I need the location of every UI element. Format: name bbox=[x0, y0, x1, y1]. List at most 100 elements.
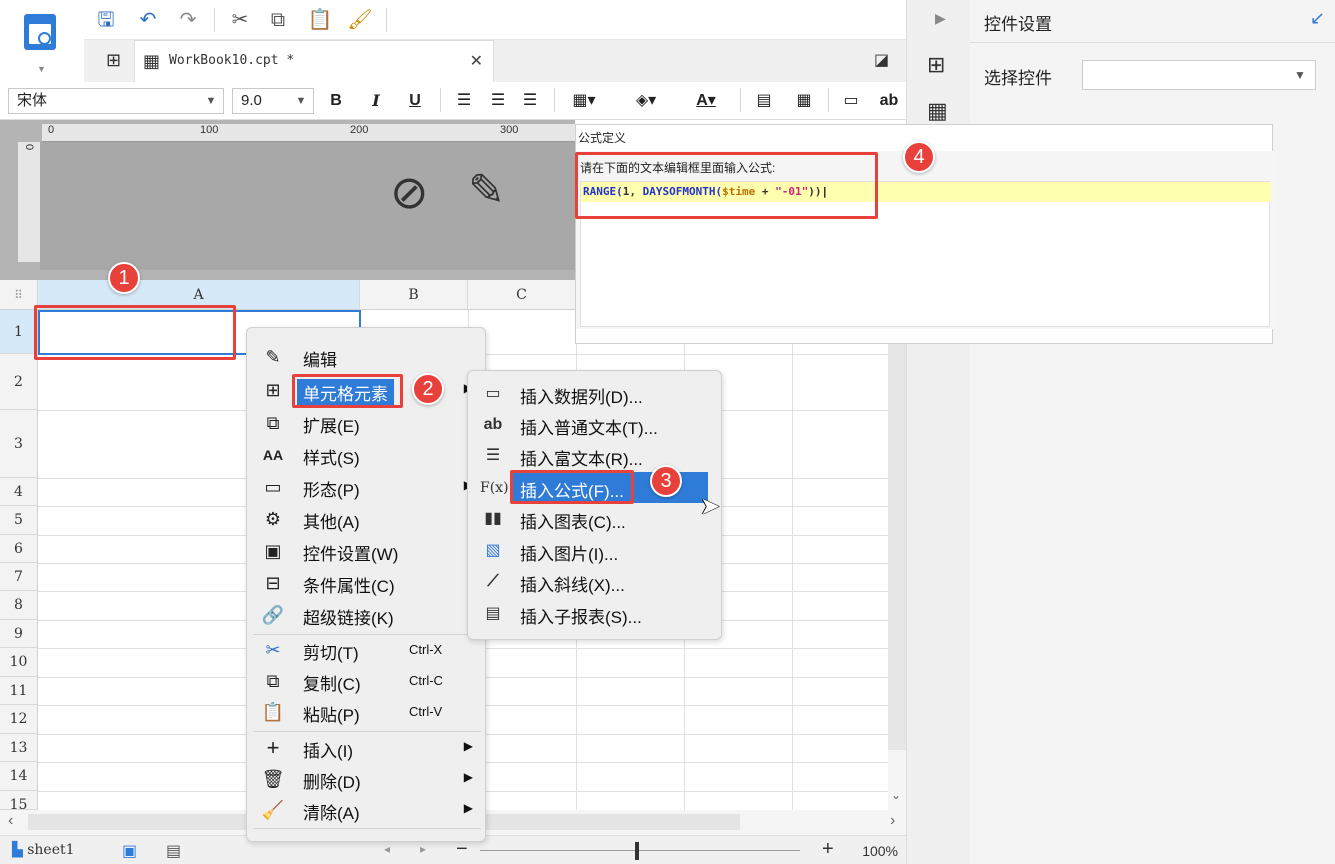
add-dashboard-icon[interactable]: ▤ bbox=[166, 841, 181, 861]
cell-attribute-icon[interactable]: ▦ bbox=[927, 98, 948, 124]
menu-item-paste[interactable]: 📋 粘贴(P) Ctrl-V bbox=[247, 697, 487, 728]
menu-item-copy[interactable]: ⧉ 复制(C) Ctrl-C bbox=[247, 666, 487, 697]
undo-icon[interactable]: ↶ bbox=[134, 6, 162, 34]
menu-item-widget-settings[interactable]: ▣ 控件设置(W) bbox=[247, 536, 487, 567]
split-cells-icon[interactable]: ▦ bbox=[792, 90, 816, 112]
add-sheet-icon[interactable]: ▣ bbox=[122, 841, 137, 861]
menu-item-insert-image[interactable]: ▧ 插入图片(I)... bbox=[468, 535, 723, 566]
menu-item-other[interactable]: ⚙ 其他(A) bbox=[247, 504, 487, 535]
chevron-left-icon[interactable]: ◂ bbox=[384, 842, 390, 856]
chevron-right-icon[interactable]: ▶ bbox=[935, 10, 946, 27]
menu-item-insert-subreport[interactable]: ▤ 插入子报表(S)... bbox=[468, 598, 723, 629]
link-icon: 🔗 bbox=[261, 605, 285, 625]
vertical-scrollbar[interactable]: ⌄ bbox=[888, 280, 906, 810]
row-header[interactable]: 10 bbox=[0, 648, 38, 677]
collapse-icon[interactable]: ↙ bbox=[1310, 8, 1325, 29]
menu-item-label: 插入子报表(S)... bbox=[520, 608, 642, 627]
chevron-right-icon[interactable]: › bbox=[890, 812, 895, 830]
format-painter-icon[interactable]: 🖌 bbox=[346, 6, 374, 34]
font-color-icon[interactable]: A▾ bbox=[684, 90, 728, 112]
menu-item-edit[interactable]: ✎ 编辑 bbox=[247, 342, 487, 373]
sheet-tab[interactable]: ▙ sheet1 bbox=[12, 842, 75, 858]
select-all-corner[interactable]: ⠿ bbox=[0, 280, 38, 310]
text-icon[interactable]: ab bbox=[876, 90, 902, 112]
column-header-c[interactable]: C bbox=[468, 280, 576, 310]
merge-cells-icon[interactable]: ▤ bbox=[752, 90, 776, 112]
row-header[interactable]: 3 bbox=[0, 410, 38, 478]
style-icon: AA bbox=[262, 447, 284, 463]
menu-item-clear[interactable]: 🧹 清除(A) ▶ bbox=[247, 795, 487, 826]
menu-item-condition[interactable]: ⊟ 条件属性(C) bbox=[247, 568, 487, 599]
align-left-icon[interactable]: ☰ bbox=[452, 90, 476, 112]
row-header[interactable]: 1 bbox=[0, 310, 38, 354]
toolbar-divider bbox=[440, 88, 441, 112]
chevron-left-icon[interactable]: ‹ bbox=[8, 812, 13, 830]
italic-button[interactable]: I bbox=[366, 90, 386, 112]
callout-box bbox=[292, 374, 403, 408]
app-menu-button[interactable]: ▼ bbox=[0, 0, 84, 82]
zoom-slider[interactable] bbox=[480, 850, 800, 851]
row-header[interactable]: 7 bbox=[0, 563, 38, 591]
toolbar-divider bbox=[386, 8, 387, 32]
chevron-right-icon[interactable]: ▸ bbox=[420, 842, 426, 856]
font-family-select[interactable]: 宋体 ▼ bbox=[8, 88, 224, 114]
eye-off-icon[interactable]: ⊘ bbox=[390, 165, 429, 219]
row-header[interactable]: 4 bbox=[0, 478, 38, 506]
menu-item-insert[interactable]: + 插入(I) ▶ bbox=[247, 733, 487, 764]
menu-item-delete[interactable]: 🗑 删除(D) ▶ bbox=[247, 764, 487, 795]
mouse-pointer-icon: ➤ bbox=[700, 493, 721, 520]
menu-item-insert-rich-text[interactable]: ☰ 插入富文本(R)... bbox=[468, 440, 723, 471]
chevron-down-icon[interactable]: ⌄ bbox=[891, 788, 901, 802]
menu-item-style[interactable]: AA 样式(S) bbox=[247, 440, 487, 471]
menu-item-expand[interactable]: ⧉ 扩展(E) bbox=[247, 408, 487, 439]
menu-item-insert-chart[interactable]: ▮▮ 插入图表(C)... bbox=[468, 503, 723, 534]
workbook-icon: ▦ bbox=[143, 51, 161, 71]
underline-button[interactable]: U bbox=[405, 90, 425, 112]
align-center-icon[interactable]: ☰ bbox=[486, 90, 510, 112]
row-header[interactable]: 12 bbox=[0, 705, 38, 734]
sheet-icon: ▙ bbox=[12, 842, 23, 858]
callout-box bbox=[34, 305, 236, 360]
new-sheet-icon[interactable]: ⊞ bbox=[106, 50, 121, 71]
menu-item-label: 清除(A) bbox=[303, 804, 360, 823]
redo-icon[interactable]: ↷ bbox=[174, 6, 202, 34]
row-header[interactable]: 14 bbox=[0, 762, 38, 791]
pencil-icon[interactable]: ✎ bbox=[468, 165, 505, 216]
row-header[interactable]: 13 bbox=[0, 734, 38, 762]
menu-item-insert-slash[interactable]: ⟋ 插入斜线(X)... bbox=[468, 566, 723, 597]
cut-icon[interactable]: ✂ bbox=[226, 6, 254, 34]
menu-item-insert-data-column[interactable]: ▭ 插入数据列(D)... bbox=[468, 378, 723, 409]
copy-icon[interactable]: ⧉ bbox=[264, 6, 292, 34]
row-header[interactable]: 11 bbox=[0, 677, 38, 705]
bold-button[interactable]: B bbox=[326, 90, 346, 112]
zoom-slider-handle[interactable] bbox=[635, 842, 639, 860]
row-header[interactable]: 2 bbox=[0, 354, 38, 410]
tab-workbook[interactable]: ▦ WorkBook10.cpt * ✕ bbox=[134, 40, 494, 82]
tab-menu-icon[interactable]: ◪ bbox=[874, 50, 889, 70]
cell-element-icon[interactable]: ⊞ bbox=[927, 52, 945, 78]
menu-item-form[interactable]: ▭形态(P)▶ bbox=[247, 472, 487, 503]
border-icon[interactable]: ▦▾ bbox=[564, 90, 604, 112]
zoom-in-icon[interactable]: + bbox=[822, 838, 834, 861]
row-header[interactable]: 6 bbox=[0, 535, 38, 563]
pencil-icon: ✎ bbox=[265, 347, 281, 367]
font-size-select[interactable]: 9.0 ▼ bbox=[232, 88, 314, 114]
scrollbar-thumb[interactable] bbox=[888, 280, 906, 750]
data-column-icon[interactable]: ▭ bbox=[838, 90, 864, 112]
close-icon[interactable]: ✕ bbox=[470, 51, 483, 71]
menu-item-insert-text[interactable]: ab 插入普通文本(T)... bbox=[468, 409, 723, 440]
fill-color-icon[interactable]: ◈▾ bbox=[624, 90, 668, 112]
row-header[interactable]: 8 bbox=[0, 591, 38, 620]
save-icon[interactable]: 🖫 bbox=[92, 6, 120, 34]
select-widget-dropdown[interactable]: ▼ bbox=[1082, 60, 1316, 90]
row-header[interactable]: 15 bbox=[0, 791, 38, 810]
copy-icon: ⧉ bbox=[266, 671, 280, 691]
column-header-b[interactable]: B bbox=[360, 280, 468, 310]
row-header[interactable]: 5 bbox=[0, 506, 38, 535]
align-right-icon[interactable]: ☰ bbox=[518, 90, 542, 112]
paste-icon[interactable]: 📋 bbox=[306, 6, 334, 34]
menu-item-cut[interactable]: ✂ 剪切(T) Ctrl-X bbox=[247, 635, 487, 666]
menu-item-hyperlink[interactable]: 🔗 超级链接(K) bbox=[247, 600, 487, 631]
shortcut: Ctrl-X bbox=[409, 642, 443, 657]
row-header[interactable]: 9 bbox=[0, 620, 38, 648]
